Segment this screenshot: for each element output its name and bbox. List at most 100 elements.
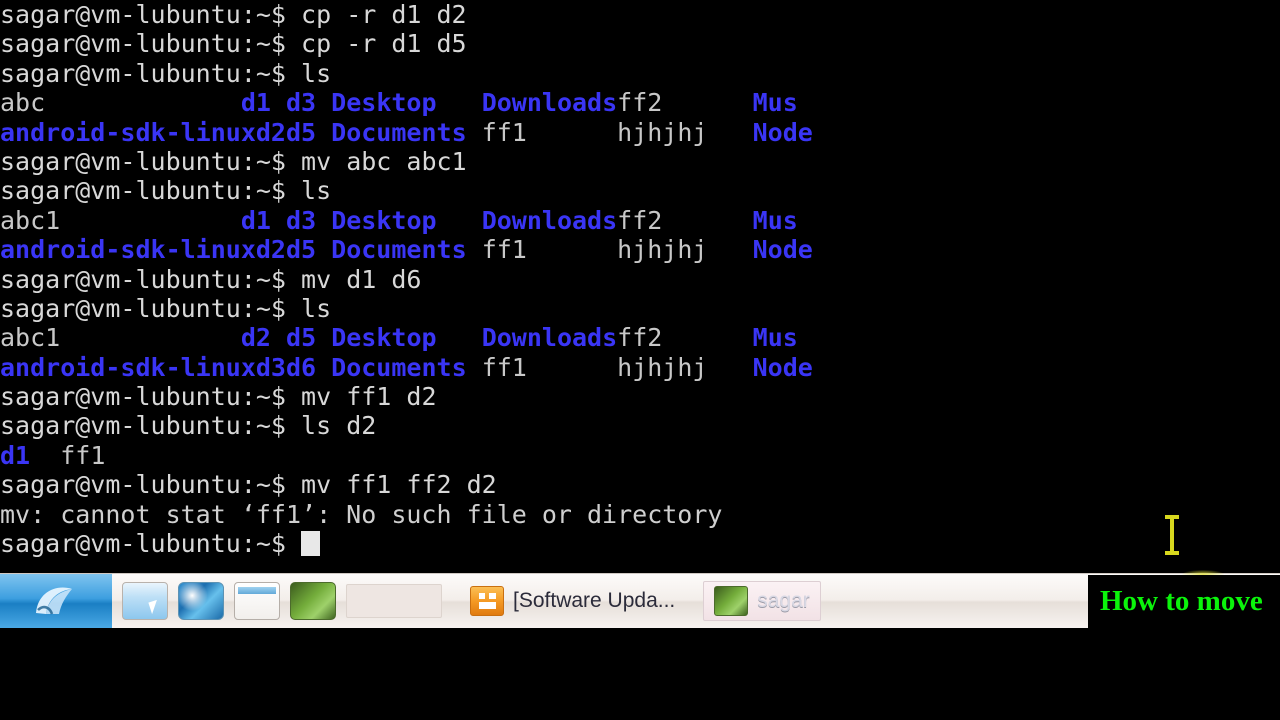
- shell-command: mv abc abc1: [285, 146, 467, 176]
- ls-directory-entry: d6: [285, 352, 317, 382]
- ls-directory-entry: Desktop: [331, 88, 437, 118]
- ls-directory-entry: Mus: [752, 88, 798, 118]
- shell-command: mv d1 d6: [285, 264, 422, 294]
- column-gap: [662, 206, 752, 235]
- ls-directory-entry: Node: [752, 117, 813, 147]
- ls-directory-entry: d1: [0, 440, 31, 470]
- ls-output-row: android-sdk-linuxd2d5 Documents ff1 hjhj…: [0, 235, 1280, 264]
- ls-file-entry: hjhjhj: [617, 352, 708, 382]
- shell-prompt: sagar@vm-lubuntu:~$: [0, 470, 286, 500]
- launcher-bar[interactable]: [112, 574, 346, 628]
- ls-directory-entry: Downloads: [481, 205, 618, 235]
- terminal-command-line: sagar@vm-lubuntu:~$ ls: [0, 176, 1280, 205]
- terminal-output: sagar@vm-lubuntu:~$ cp -r d1 d2 sagar@vm-…: [0, 0, 1280, 558]
- ls-output-row: d1 ff1: [0, 441, 1280, 470]
- terminal-command-line: sagar@vm-lubuntu:~$ ls: [0, 294, 1280, 323]
- column-gap: [707, 235, 752, 264]
- ls-output-row: android-sdk-linuxd3d6 Documents ff1 hjhj…: [0, 353, 1280, 382]
- task-button-label: [Software Upda...: [513, 589, 676, 612]
- shell-command: mv ff1 d2: [285, 382, 437, 412]
- terminal-command-line: sagar@vm-lubuntu:~$ ls: [0, 59, 1280, 88]
- task-button-software-updater[interactable]: [Software Upda...: [460, 581, 685, 621]
- column-gap: [662, 323, 752, 352]
- ls-output-row: abc d1 d3 Desktop Downloadsff2 Mus: [0, 88, 1280, 117]
- ls-output-row: android-sdk-linuxd2d5 Documents ff1 hjhj…: [0, 118, 1280, 147]
- terminal-command-line: sagar@vm-lubuntu:~$ mv ff1 ff2 d2: [0, 470, 1280, 499]
- ls-file-entry: hjhjhj: [617, 235, 708, 265]
- ls-file-entry: ff1: [481, 117, 527, 147]
- column-gap: [45, 88, 241, 117]
- terminal-command-line: sagar@vm-lubuntu:~$ ls d2: [0, 411, 1280, 440]
- ls-directory-entry: Mus: [752, 205, 798, 235]
- column-gap: [527, 118, 617, 147]
- ls-file-entry: abc: [0, 88, 46, 118]
- video-title-overlay: How to move: [1088, 575, 1280, 628]
- column-gap: [467, 118, 482, 147]
- shell-command: mv ff1 ff2 d2: [285, 470, 497, 500]
- ls-directory-entry: d2: [240, 323, 271, 353]
- shell-prompt: sagar@vm-lubuntu:~$: [0, 58, 286, 88]
- column-gap: [316, 118, 331, 147]
- ls-directory-entry: d3: [286, 88, 317, 118]
- ls-directory-entry: d3: [286, 205, 317, 235]
- shell-command: ls: [285, 293, 332, 323]
- ls-output-row: abc1 d1 d3 Desktop Downloadsff2 Mus: [0, 206, 1280, 235]
- window-list-icon[interactable]: [234, 582, 280, 620]
- ls-directory-entry: d3: [255, 352, 286, 382]
- ls-directory-entry: d2: [255, 117, 286, 147]
- shell-prompt: sagar@vm-lubuntu:~$: [0, 529, 286, 559]
- bottom-filler: [0, 628, 1280, 720]
- shell-command: cp -r d1 d2: [285, 0, 467, 29]
- lubuntu-start-menu-button[interactable]: [0, 574, 112, 628]
- terminal-command-line: sagar@vm-lubuntu:~$ mv d1 d6: [0, 265, 1280, 294]
- terminal-command-line: sagar@vm-lubuntu:~$ cp -r d1 d2: [0, 0, 1280, 29]
- column-gap: [60, 206, 241, 235]
- column-gap: [527, 235, 617, 264]
- column-gap: [316, 88, 331, 117]
- column-gap: [30, 441, 60, 470]
- task-button-placeholder[interactable]: [346, 584, 442, 618]
- ls-directory-entry: android-sdk-linux: [0, 117, 256, 147]
- shell-prompt: sagar@vm-lubuntu:~$: [0, 411, 286, 441]
- ls-directory-entry: Downloads: [481, 323, 618, 353]
- ls-file-entry: ff1: [60, 440, 106, 470]
- ls-directory-entry: d2: [255, 235, 286, 265]
- ls-directory-entry: d1: [240, 205, 271, 235]
- web-browser-icon[interactable]: [178, 582, 224, 620]
- terminal-window[interactable]: sagar@vm-lubuntu:~$ cp -r d1 d2 sagar@vm-…: [0, 0, 1280, 573]
- shell-prompt: sagar@vm-lubuntu:~$: [0, 293, 286, 323]
- column-gap: [271, 88, 286, 117]
- ls-directory-entry: d5: [286, 323, 317, 353]
- ls-file-entry: abc1: [0, 323, 61, 353]
- ls-directory-entry: android-sdk-linux: [0, 235, 256, 265]
- column-gap: [707, 353, 752, 382]
- shell-prompt: sagar@vm-lubuntu:~$: [0, 382, 286, 412]
- ls-directory-entry: Documents: [331, 352, 467, 382]
- ls-directory-entry: Node: [752, 352, 813, 382]
- shell-command: [286, 529, 301, 558]
- terminal-error-message: mv: cannot stat ‘ff1’: No such file or d…: [0, 500, 1280, 529]
- terminal-command-line: sagar@vm-lubuntu:~$ cp -r d1 d5: [0, 29, 1280, 58]
- terminal-icon[interactable]: [290, 582, 336, 620]
- terminal-icon: [714, 586, 749, 616]
- ls-directory-entry: Documents: [331, 235, 467, 265]
- task-button-terminal[interactable]: sagar: [703, 581, 821, 621]
- shell-command: ls: [285, 58, 332, 88]
- ls-file-entry: hjhjhj: [617, 117, 708, 147]
- ls-directory-entry: Desktop: [331, 323, 437, 353]
- overlay-title-text: How to move: [1100, 585, 1263, 617]
- file-manager-icon[interactable]: [122, 582, 168, 620]
- shell-prompt: sagar@vm-lubuntu:~$: [0, 176, 286, 206]
- column-gap: [662, 88, 752, 117]
- column-gap: [437, 88, 482, 117]
- shell-command: ls d2: [285, 411, 377, 441]
- column-gap: [271, 206, 286, 235]
- column-gap: [527, 353, 617, 382]
- ls-file-entry: ff1: [481, 235, 527, 265]
- shell-prompt: sagar@vm-lubuntu:~$: [0, 29, 286, 59]
- shell-prompt: sagar@vm-lubuntu:~$: [0, 146, 286, 176]
- column-gap: [437, 206, 482, 235]
- ls-file-entry: ff1: [481, 352, 527, 382]
- column-gap: [316, 353, 331, 382]
- error-text: mv: cannot stat ‘ff1’: No such file or d…: [0, 499, 723, 529]
